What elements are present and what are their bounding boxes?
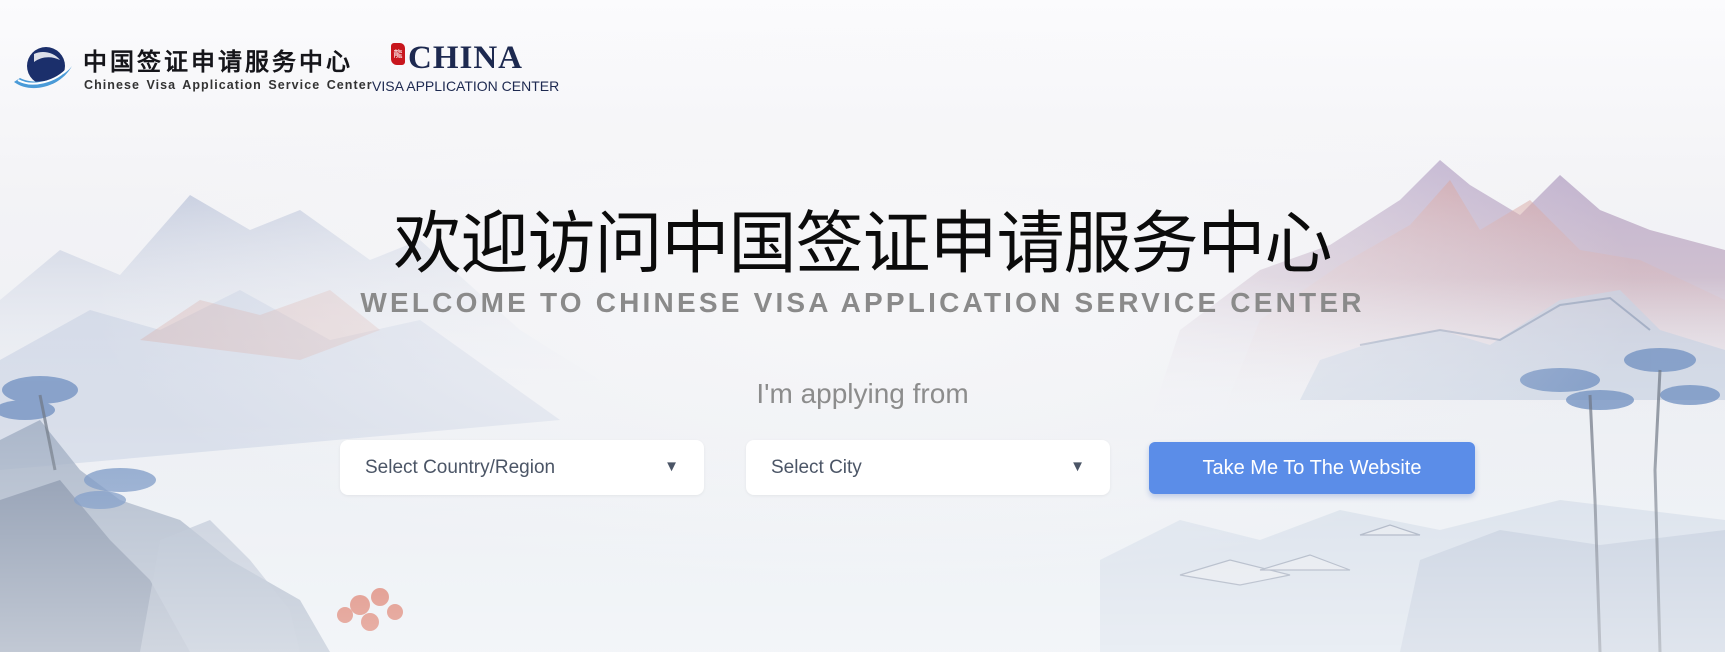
- triangle-down-icon: ▼: [1070, 458, 1085, 475]
- china-wordmark: CHINA: [408, 40, 524, 76]
- landing-page: 中国签证申请服务中心 Chinese Visa Application Serv…: [0, 0, 1725, 652]
- china-vac-logo[interactable]: 龍 CHINA VISA APPLICATION CENTER: [370, 40, 559, 98]
- china-vac-subtitle: VISA APPLICATION CENTER: [372, 78, 560, 94]
- take-me-to-website-button[interactable]: Take Me To The Website: [1149, 442, 1475, 494]
- city-select[interactable]: Select City ▼: [746, 440, 1110, 495]
- applying-from-label: I'm applying from: [756, 378, 969, 409]
- page-title-english: WELCOME TO CHINESE VISA APPLICATION SERV…: [360, 287, 1365, 318]
- country-region-select[interactable]: Select Country/Region ▼: [340, 440, 704, 495]
- page-title-chinese: 欢迎访问中国签证申请服务中心: [393, 205, 1332, 284]
- logo-chinese-text: 中国签证申请服务中心: [83, 47, 353, 76]
- country-select-placeholder: Select Country/Region: [365, 457, 556, 478]
- globe-swoosh-icon: [14, 47, 72, 89]
- cvasc-logo[interactable]: 中国签证申请服务中心 Chinese Visa Application Serv…: [12, 40, 372, 98]
- red-seal-icon: 龍: [391, 43, 405, 65]
- city-select-placeholder: Select City: [771, 457, 862, 478]
- triangle-down-icon: ▼: [664, 458, 679, 475]
- logo-english-text: Chinese Visa Application Service Center: [84, 78, 373, 92]
